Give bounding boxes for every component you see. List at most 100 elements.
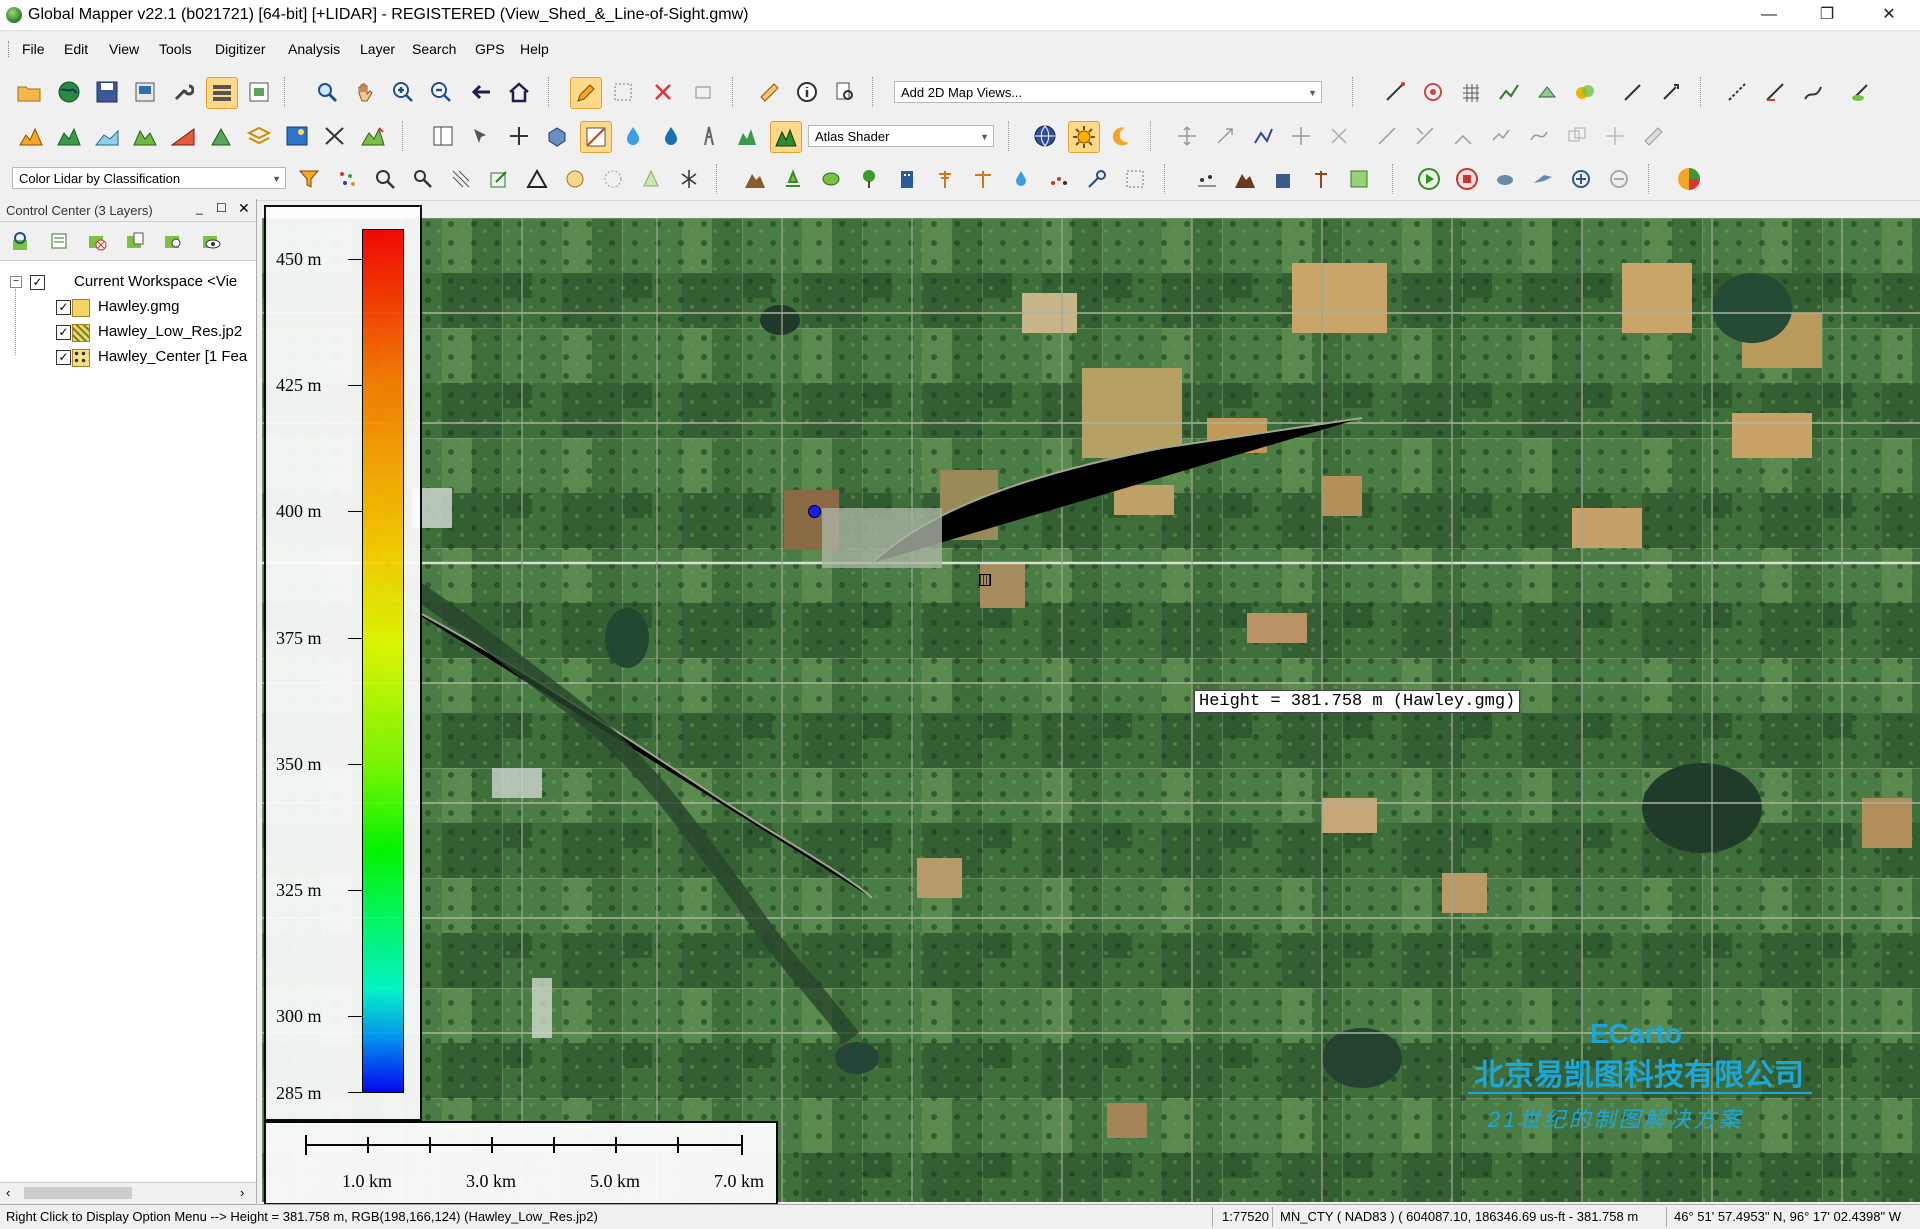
open-folder-icon[interactable] bbox=[14, 77, 44, 107]
slope-icon[interactable] bbox=[168, 121, 198, 151]
layer-checkbox[interactable]: ✓ bbox=[56, 350, 71, 365]
crosshair-grey-icon[interactable] bbox=[1600, 121, 1630, 151]
digitizer-pencil-icon[interactable] bbox=[570, 77, 602, 109]
connect-line-icon[interactable] bbox=[1448, 121, 1478, 151]
lidar-query-icon[interactable] bbox=[408, 164, 438, 194]
vertex-edit-icon[interactable] bbox=[1248, 121, 1278, 151]
combine-areas-icon[interactable] bbox=[1570, 77, 1600, 107]
scroll-right-icon[interactable]: › bbox=[240, 1185, 244, 1200]
simplify-line-icon[interactable] bbox=[1486, 121, 1516, 151]
add-map-views-dropdown[interactable]: Add 2D Map Views... ▼ bbox=[894, 81, 1322, 103]
contour-icon[interactable] bbox=[54, 121, 84, 151]
lidar-noise-icon[interactable] bbox=[674, 164, 704, 194]
lidar-filter-icon[interactable] bbox=[294, 164, 324, 194]
turtle-icon[interactable] bbox=[1490, 164, 1520, 194]
menu-view[interactable]: View bbox=[109, 41, 139, 57]
lidar-points-icon[interactable] bbox=[332, 164, 362, 194]
move-arrows-icon[interactable] bbox=[1172, 121, 1202, 151]
float-panel-icon[interactable]: ☐ bbox=[216, 201, 227, 215]
volume-icon[interactable] bbox=[1532, 77, 1562, 107]
layer-options-icon[interactable] bbox=[44, 226, 74, 256]
layer-metadata-icon[interactable] bbox=[120, 226, 150, 256]
info-icon[interactable] bbox=[792, 77, 822, 107]
menu-gps[interactable]: GPS bbox=[475, 41, 505, 57]
grid-generate-icon[interactable] bbox=[1456, 77, 1486, 107]
triangle-icon[interactable] bbox=[522, 164, 552, 194]
layout-panel-icon[interactable] bbox=[428, 121, 458, 151]
lidar-profile-icon[interactable] bbox=[1192, 164, 1222, 194]
water-drop-icon[interactable] bbox=[656, 121, 686, 151]
lidar-grid-icon[interactable] bbox=[446, 164, 476, 194]
powerline-icon[interactable] bbox=[968, 164, 998, 194]
building-extract-icon[interactable] bbox=[1268, 164, 1298, 194]
restore-button[interactable]: ❐ bbox=[1798, 0, 1856, 30]
minimize-panel-icon[interactable]: _ bbox=[196, 201, 203, 215]
home-icon[interactable] bbox=[504, 77, 534, 107]
shader-mountain-icon[interactable] bbox=[770, 121, 802, 153]
crosshair-icon[interactable] bbox=[504, 121, 534, 151]
layer-close-icon[interactable] bbox=[82, 226, 112, 256]
lidar-tree-icon[interactable] bbox=[636, 164, 666, 194]
stop-icon[interactable] bbox=[1452, 164, 1482, 194]
minimize-button[interactable]: — bbox=[1740, 0, 1798, 30]
scroll-left-icon[interactable]: ‹ bbox=[6, 1185, 10, 1200]
watershed-icon[interactable] bbox=[92, 121, 122, 151]
back-arrow-icon[interactable] bbox=[466, 77, 496, 107]
overlap-points-icon[interactable] bbox=[1044, 164, 1074, 194]
low-veg-icon[interactable] bbox=[778, 164, 808, 194]
draw-area-icon[interactable] bbox=[1846, 77, 1876, 107]
draw-curve-icon[interactable] bbox=[1798, 77, 1828, 107]
select-rectangle-icon[interactable] bbox=[608, 77, 638, 107]
layer-checkbox[interactable]: ✓ bbox=[56, 325, 71, 340]
layer-visibility-icon[interactable] bbox=[196, 226, 226, 256]
workspace-checkbox[interactable]: ✓ bbox=[30, 275, 45, 290]
draw-line-icon[interactable] bbox=[1722, 77, 1752, 107]
tree-icon[interactable] bbox=[854, 164, 884, 194]
slope-shader-icon[interactable] bbox=[580, 121, 612, 153]
feature-info-icon[interactable] bbox=[466, 121, 496, 151]
move-vertex-icon[interactable] bbox=[1286, 121, 1316, 151]
trim-line-icon[interactable] bbox=[1410, 121, 1440, 151]
add-waypoint-icon[interactable] bbox=[1566, 164, 1596, 194]
horizontal-scrollbar[interactable]: ‹ › bbox=[0, 1182, 256, 1203]
network-icon[interactable] bbox=[320, 121, 350, 151]
delete-x-icon[interactable] bbox=[648, 77, 678, 107]
smooth-line-icon[interactable] bbox=[1524, 121, 1554, 151]
zoom-in-icon[interactable] bbox=[388, 77, 418, 107]
menu-search[interactable]: Search bbox=[412, 41, 456, 57]
tower-icon[interactable] bbox=[694, 121, 724, 151]
moon-icon[interactable] bbox=[1106, 121, 1136, 151]
zoom-out-icon[interactable] bbox=[426, 77, 456, 107]
water-class-icon[interactable] bbox=[1006, 164, 1036, 194]
web-globe-icon[interactable] bbox=[1030, 121, 1060, 151]
line-of-sight-icon[interactable] bbox=[1380, 77, 1410, 107]
layer-checkbox[interactable]: ✓ bbox=[56, 300, 71, 315]
medium-veg-icon[interactable] bbox=[816, 164, 846, 194]
menu-help[interactable]: Help bbox=[520, 41, 549, 57]
terrain-analysis-icon[interactable] bbox=[16, 121, 46, 151]
ruler-grey-icon[interactable] bbox=[1638, 121, 1668, 151]
menu-edit[interactable]: Edit bbox=[64, 41, 88, 57]
pole-extract-icon[interactable] bbox=[1306, 164, 1336, 194]
lidar-export-icon[interactable] bbox=[1344, 164, 1374, 194]
peak-icon[interactable] bbox=[206, 121, 236, 151]
shader-dropdown[interactable]: Atlas Shader ▼ bbox=[808, 125, 994, 147]
building-icon[interactable] bbox=[892, 164, 922, 194]
ground-class-icon[interactable] bbox=[740, 164, 770, 194]
fly-through-icon[interactable] bbox=[1528, 164, 1558, 194]
close-button[interactable]: ✕ bbox=[1860, 0, 1918, 30]
rotate-feature-icon[interactable] bbox=[1210, 121, 1240, 151]
3d-view-icon[interactable] bbox=[542, 121, 572, 151]
menu-file[interactable]: File bbox=[22, 41, 45, 57]
breakline-icon[interactable] bbox=[1120, 164, 1150, 194]
print-layout-icon[interactable] bbox=[130, 77, 160, 107]
utility-pole-icon[interactable] bbox=[930, 164, 960, 194]
view-shed-icon[interactable] bbox=[1418, 77, 1448, 107]
lidar-search-icon[interactable] bbox=[370, 164, 400, 194]
sun-lighting-icon[interactable] bbox=[1068, 121, 1100, 153]
menu-layer[interactable]: Layer bbox=[360, 41, 395, 57]
lidar-density-icon[interactable] bbox=[598, 164, 628, 194]
save-icon[interactable] bbox=[92, 77, 122, 107]
merge-areas-icon[interactable] bbox=[1562, 121, 1592, 151]
image-icon[interactable] bbox=[282, 121, 312, 151]
